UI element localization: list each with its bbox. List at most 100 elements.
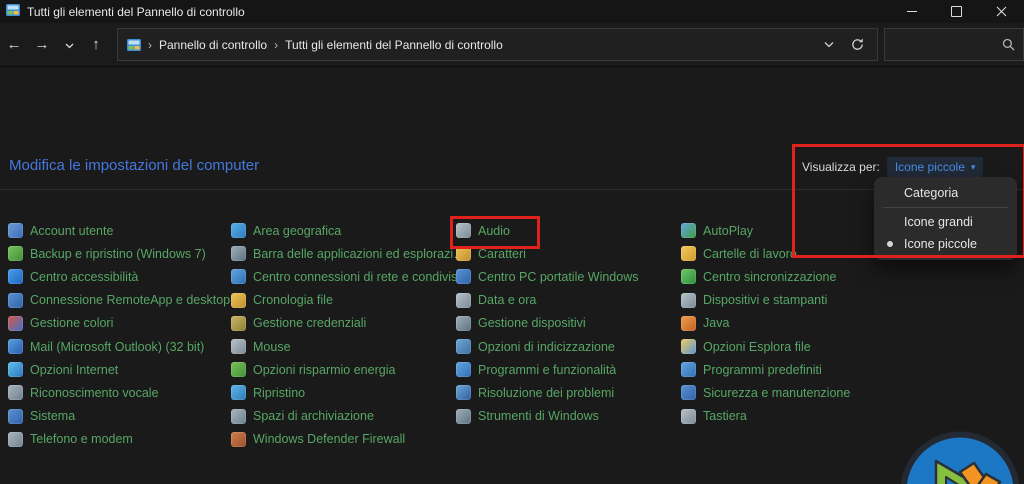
cp-item-default-programs[interactable]: Programmi predefiniti (681, 358, 903, 381)
cp-item-devices-printers[interactable]: Dispositivi e stampanti (681, 289, 903, 312)
cp-item-sync-center[interactable]: Centro sincronizzazione (681, 265, 903, 288)
cp-item-recovery[interactable]: Ripristino (231, 381, 453, 404)
dropdown-caret-icon: ▾ (970, 161, 976, 172)
cp-item-taskbar-navigation[interactable]: Barra delle applicazioni ed esplorazi… (231, 242, 466, 265)
cp-item-label: Windows Defender Firewall (253, 432, 406, 447)
internet-options-icon (8, 362, 23, 378)
cp-item-file-explorer-options[interactable]: Opzioni Esplora file (681, 335, 903, 358)
cp-item-label: Spazi di archiviazione (253, 409, 374, 424)
system-icon (8, 408, 23, 424)
cp-item-windows-tools[interactable]: Strumenti di Windows (456, 405, 678, 428)
cp-column-4: AutoPlay Cartelle di lavoro Centro sincron… (681, 219, 903, 428)
cp-item-label: Opzioni risparmio energia (253, 362, 396, 377)
control-panel-app-icon (6, 3, 20, 21)
cp-item-system[interactable]: Sistema (8, 405, 228, 428)
default-programs-icon (681, 362, 696, 378)
mouse-icon (231, 339, 246, 355)
search-input[interactable] (885, 37, 1002, 52)
cp-item-label: Connessione RemoteApp e desktop (30, 293, 231, 308)
cp-item-label: Sicurezza e manutenzione (703, 385, 851, 400)
view-by-control: Visualizza per: Icone piccole ▾ (802, 157, 984, 177)
menu-item-icone-grandi[interactable]: Icone grandi (874, 211, 1017, 233)
troubleshooting-icon (456, 385, 471, 401)
cp-item-speech-recognition[interactable]: Riconoscimento vocale (8, 381, 228, 404)
cp-item-label: Centro accessibilità (30, 269, 139, 284)
maximize-button[interactable] (934, 0, 979, 23)
dx-watermark-logo (900, 431, 1020, 484)
breadcrumb-all-items[interactable]: Tutti gli elementi del Pannello di contr… (285, 38, 503, 52)
refresh-icon[interactable] (850, 37, 865, 52)
cp-item-autoplay[interactable]: AutoPlay (681, 219, 903, 242)
cp-item-phone-modem[interactable]: Telefono e modem (8, 428, 228, 451)
cp-item-device-manager[interactable]: Gestione dispositivi (456, 312, 678, 335)
up-button[interactable]: ↑ (82, 23, 110, 66)
cp-column-1: Account utente Backup e ripristino (Windo… (8, 219, 231, 451)
window-title: Tutti gli elementi del Pannello di contr… (27, 4, 245, 19)
cp-item-label: Dispositivi e stampanti (703, 293, 828, 308)
sound-icon (456, 223, 471, 239)
minimize-button[interactable] (889, 0, 934, 23)
cp-item-remoteapp-desktop[interactable]: Connessione RemoteApp e desktop (8, 289, 231, 312)
cp-item-date-time[interactable]: Data e ora (456, 289, 678, 312)
cp-item-label: Programmi e funzionalità (478, 362, 617, 377)
cp-item-storage-spaces[interactable]: Spazi di archiviazione (231, 405, 453, 428)
cp-item-work-folders[interactable]: Cartelle di lavoro (681, 242, 903, 265)
breadcrumb-location-icon (127, 38, 141, 51)
firewall-icon (231, 431, 246, 447)
selected-radio-icon (887, 241, 893, 247)
java-icon (681, 315, 696, 331)
menu-item-categoria[interactable]: Categoria (874, 182, 1017, 204)
cp-item-programs-features[interactable]: Programmi e funzionalità (456, 358, 678, 381)
security-maintenance-icon (681, 385, 696, 401)
cp-item-internet-options[interactable]: Opzioni Internet (8, 358, 228, 381)
cp-item-security-maintenance[interactable]: Sicurezza e manutenzione (681, 381, 903, 404)
cp-item-label: Audio (478, 223, 510, 238)
region-icon (231, 223, 246, 239)
cp-item-backup-restore[interactable]: Backup e ripristino (Windows 7) (8, 242, 228, 265)
cp-item-sound[interactable]: Audio (456, 219, 678, 242)
cp-item-region[interactable]: Area geografica (231, 219, 453, 242)
cp-item-java[interactable]: Java (681, 312, 903, 335)
cp-item-label: Strumenti di Windows (478, 409, 599, 424)
phone-modem-icon (8, 431, 23, 447)
cp-column-2: Area geografica Barra delle applicazioni … (231, 219, 470, 451)
cp-item-keyboard[interactable]: Tastiera (681, 405, 903, 428)
power-options-icon (231, 362, 246, 378)
cp-item-color-management[interactable]: Gestione colori (8, 312, 228, 335)
cp-item-network-sharing-center[interactable]: Centro connessioni di rete e condivis… (231, 265, 470, 288)
credential-manager-icon (231, 315, 246, 331)
cp-item-power-options[interactable]: Opzioni risparmio energia (231, 358, 453, 381)
recent-pages-button[interactable] (56, 23, 82, 66)
device-manager-icon (456, 315, 471, 331)
recovery-icon (231, 385, 246, 401)
cp-item-mobility-center[interactable]: Centro PC portatile Windows (456, 265, 678, 288)
menu-item-label: Categoria (904, 186, 959, 200)
network-sharing-center-icon (231, 269, 246, 285)
view-by-dropdown-button[interactable]: Icone piccole ▾ (886, 157, 984, 177)
cp-item-firewall[interactable]: Windows Defender Firewall (231, 428, 453, 451)
cp-item-mouse[interactable]: Mouse (231, 335, 453, 358)
indexing-options-icon (456, 339, 471, 355)
view-by-selected-value: Icone piccole (894, 160, 965, 174)
cp-item-label: Sistema (30, 409, 76, 424)
close-button[interactable] (979, 0, 1024, 23)
cp-item-fonts[interactable]: Caratteri (456, 242, 678, 265)
cp-item-indexing-options[interactable]: Opzioni di indicizzazione (456, 335, 678, 358)
cp-item-ease-of-access[interactable]: Centro accessibilità (8, 265, 228, 288)
cp-item-credential-manager[interactable]: Gestione credenziali (231, 312, 453, 335)
address-bar[interactable]: › Pannello di controllo › Tutti gli elem… (117, 28, 878, 61)
cp-item-mail[interactable]: Mail (Microsoft Outlook) (32 bit) (8, 335, 228, 358)
keyboard-icon (681, 408, 696, 424)
cp-item-user-accounts[interactable]: Account utente (8, 219, 228, 242)
breadcrumb-control-panel[interactable]: Pannello di controllo (159, 38, 267, 52)
forward-button[interactable]: → (28, 23, 56, 66)
cp-item-label: Opzioni Esplora file (703, 339, 811, 354)
cp-item-troubleshooting[interactable]: Risoluzione dei problemi (456, 381, 678, 404)
address-dropdown-chevron-icon[interactable] (824, 41, 834, 48)
back-button[interactable]: ← (0, 23, 28, 66)
menu-item-icone-piccole[interactable]: Icone piccole (874, 233, 1017, 255)
cp-item-file-history[interactable]: Cronologia file (231, 289, 453, 312)
titlebar: Tutti gli elementi del Pannello di contr… (0, 0, 1024, 23)
cp-item-label: Centro connessioni di rete e condivis… (253, 269, 470, 284)
search-box (884, 28, 1024, 61)
